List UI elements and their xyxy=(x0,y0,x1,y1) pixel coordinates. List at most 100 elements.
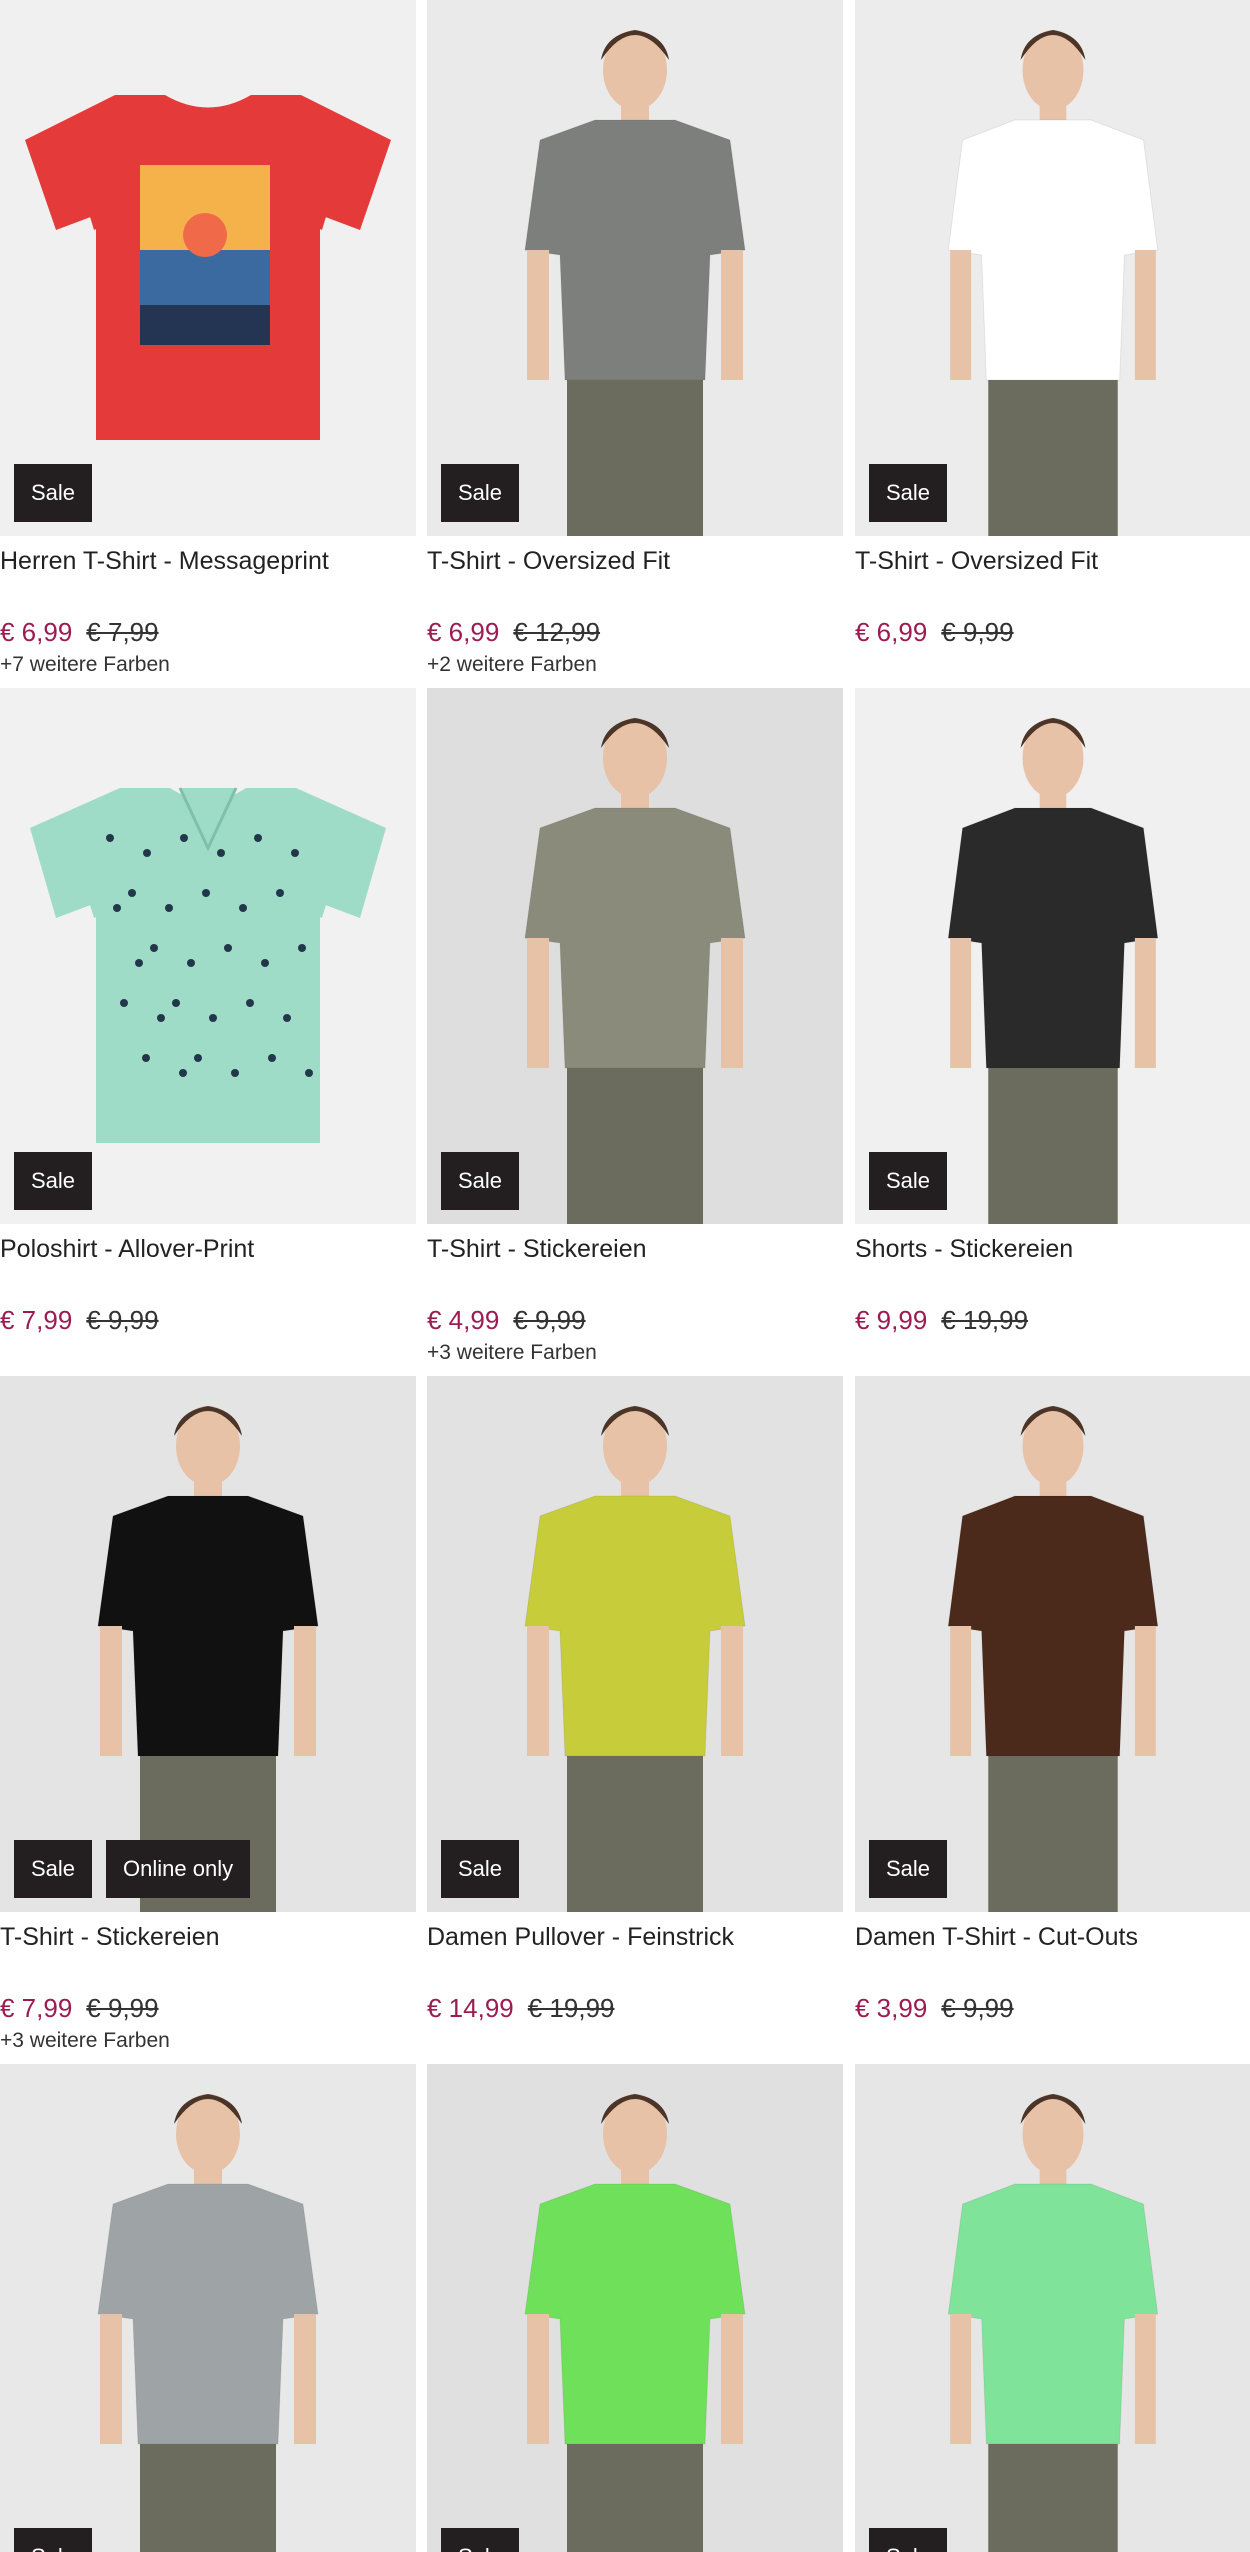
product-photo xyxy=(855,688,1250,1224)
product-image[interactable]: Sale xyxy=(855,688,1250,1224)
product-info: Shorts - Stickereien € 9,99 € 19,99 xyxy=(855,1224,1250,1376)
sale-price: € 7,99 xyxy=(0,1993,73,2023)
product-photo xyxy=(0,1376,416,1912)
product-title[interactable]: Poloshirt - Allover-Print xyxy=(0,1232,416,1266)
product-card[interactable]: Sale xyxy=(0,2064,416,2552)
product-image[interactable]: Sale Online only xyxy=(0,1376,416,1912)
product-info: T-Shirt - Oversized Fit € 6,99 € 12,99 +2 w… xyxy=(427,536,843,688)
product-title[interactable]: T-Shirt - Oversized Fit xyxy=(855,544,1250,578)
product-card[interactable]: Sale Herren T-Shirt - Messageprint € 6,99 €… xyxy=(0,0,416,688)
product-info: T-Shirt - Stickereien € 7,99 € 9,99 +3 weit… xyxy=(0,1912,416,2064)
product-image[interactable]: Sale xyxy=(427,2064,843,2552)
product-photo xyxy=(855,0,1250,536)
price-row: € 6,99 € 9,99 xyxy=(855,616,1250,648)
product-photo xyxy=(0,688,416,1224)
product-photo xyxy=(0,0,416,536)
original-price: € 9,99 xyxy=(941,617,1014,647)
product-info: T-Shirt - Stickereien € 4,99 € 9,99 +3 weit… xyxy=(427,1224,843,1376)
product-grid: Sale Herren T-Shirt - Messageprint € 6,99 €… xyxy=(0,0,1250,2552)
price-row: € 7,99 € 9,99 xyxy=(0,1304,416,1336)
product-info: T-Shirt - Oversized Fit € 6,99 € 9,99 xyxy=(855,536,1250,688)
sale-badge: Sale xyxy=(869,464,948,522)
price-row: € 3,99 € 9,99 xyxy=(855,1992,1250,2024)
price-row: € 4,99 € 9,99 xyxy=(427,1304,843,1336)
sale-badge: Sale xyxy=(14,464,93,522)
sale-price: € 6,99 xyxy=(0,617,73,647)
badge-group: Sale xyxy=(441,1152,520,1210)
sale-price: € 6,99 xyxy=(855,617,928,647)
more-colors-link[interactable]: +3 weitere Farben xyxy=(0,2028,416,2054)
product-card[interactable]: Sale T-Shirt - Stickereien € 4,99 € 9,99 +3 … xyxy=(427,688,843,1376)
product-title[interactable]: Damen Pullover - Feinstrick xyxy=(427,1920,843,1954)
product-card[interactable]: Sale Shorts - Stickereien € 9,99 € 19,99 xyxy=(855,688,1250,1376)
product-title[interactable]: Shorts - Stickereien xyxy=(855,1232,1250,1266)
original-price: € 7,99 xyxy=(86,617,159,647)
product-image[interactable]: Sale xyxy=(855,1376,1250,1912)
price-row: € 6,99 € 7,99 xyxy=(0,616,416,648)
sale-price: € 4,99 xyxy=(427,1305,500,1335)
product-photo xyxy=(427,1376,843,1912)
product-photo xyxy=(855,1376,1250,1912)
product-card[interactable]: Sale T-Shirt - Oversized Fit € 6,99 € 12,99… xyxy=(427,0,843,688)
badge-group: Sale xyxy=(441,1840,520,1898)
product-image[interactable]: Sale xyxy=(0,0,416,536)
product-image[interactable]: Sale xyxy=(427,0,843,536)
original-price: € 9,99 xyxy=(86,1993,159,2023)
product-card[interactable]: Sale Damen T-Shirt - Cut-Outs € 3,99 € 9,99 xyxy=(855,1376,1250,2064)
product-info: Damen T-Shirt - Cut-Outs € 3,99 € 9,99 xyxy=(855,1912,1250,2064)
more-colors-link[interactable]: +7 weitere Farben xyxy=(0,652,416,678)
badge-group: Sale xyxy=(869,2528,948,2552)
product-image[interactable]: Sale xyxy=(427,688,843,1224)
original-price: € 19,99 xyxy=(941,1305,1029,1335)
original-price: € 9,99 xyxy=(941,1993,1014,2023)
product-image[interactable]: Sale xyxy=(855,0,1250,536)
badge-group: Sale xyxy=(441,2528,520,2552)
product-title[interactable]: T-Shirt - Stickereien xyxy=(0,1920,416,1954)
sale-badge: Sale xyxy=(14,2528,93,2552)
price-row: € 6,99 € 12,99 xyxy=(427,616,843,648)
sale-badge: Sale xyxy=(441,464,520,522)
badge-group: Sale xyxy=(14,2528,93,2552)
product-card[interactable]: Sale Poloshirt - Allover-Print € 7,99 € 9,9… xyxy=(0,688,416,1376)
product-card[interactable]: Sale xyxy=(855,2064,1250,2552)
badge-group: Sale xyxy=(14,464,93,522)
sale-price: € 14,99 xyxy=(427,1993,514,2023)
product-photo xyxy=(855,2064,1250,2552)
product-image[interactable]: Sale xyxy=(855,2064,1250,2552)
original-price: € 9,99 xyxy=(513,1305,586,1335)
badge-group: Sale xyxy=(441,464,520,522)
product-title[interactable]: T-Shirt - Stickereien xyxy=(427,1232,843,1266)
sale-badge: Sale xyxy=(869,2528,948,2552)
product-title[interactable]: Herren T-Shirt - Messageprint xyxy=(0,544,416,578)
badge-group: Sale xyxy=(869,464,948,522)
product-card[interactable]: Sale Damen Pullover - Feinstrick € 14,99 € … xyxy=(427,1376,843,2064)
sale-badge: Sale xyxy=(14,1152,93,1210)
product-info: Poloshirt - Allover-Print € 7,99 € 9,99 xyxy=(0,1224,416,1376)
more-colors-link[interactable]: +3 weitere Farben xyxy=(427,1340,843,1366)
sale-price: € 3,99 xyxy=(855,1993,928,2023)
sale-price: € 9,99 xyxy=(855,1305,928,1335)
more-colors-link[interactable]: +2 weitere Farben xyxy=(427,652,843,678)
price-row: € 9,99 € 19,99 xyxy=(855,1304,1250,1336)
product-card[interactable]: Sale Online only T-Shirt - Stickereien € 7,… xyxy=(0,1376,416,2064)
product-card[interactable]: Sale xyxy=(427,2064,843,2552)
sale-price: € 7,99 xyxy=(0,1305,73,1335)
product-photo xyxy=(427,688,843,1224)
badge-group: Sale xyxy=(14,1152,93,1210)
badge-group: Sale Online only xyxy=(14,1840,251,1898)
product-title[interactable]: Damen T-Shirt - Cut-Outs xyxy=(855,1920,1250,1954)
product-photo xyxy=(0,2064,416,2552)
price-row: € 14,99 € 19,99 xyxy=(427,1992,843,2024)
product-image[interactable]: Sale xyxy=(0,2064,416,2552)
product-image[interactable]: Sale xyxy=(427,1376,843,1912)
product-photo xyxy=(427,2064,843,2552)
product-card[interactable]: Sale T-Shirt - Oversized Fit € 6,99 € 9,99 xyxy=(855,0,1250,688)
product-title[interactable]: T-Shirt - Oversized Fit xyxy=(427,544,843,578)
sale-badge: Sale xyxy=(441,1840,520,1898)
product-image[interactable]: Sale xyxy=(0,688,416,1224)
product-photo xyxy=(427,0,843,536)
sale-badge: Sale xyxy=(869,1152,948,1210)
sale-price: € 6,99 xyxy=(427,617,500,647)
price-row: € 7,99 € 9,99 xyxy=(0,1992,416,2024)
online-only-badge: Online only xyxy=(106,1840,251,1898)
